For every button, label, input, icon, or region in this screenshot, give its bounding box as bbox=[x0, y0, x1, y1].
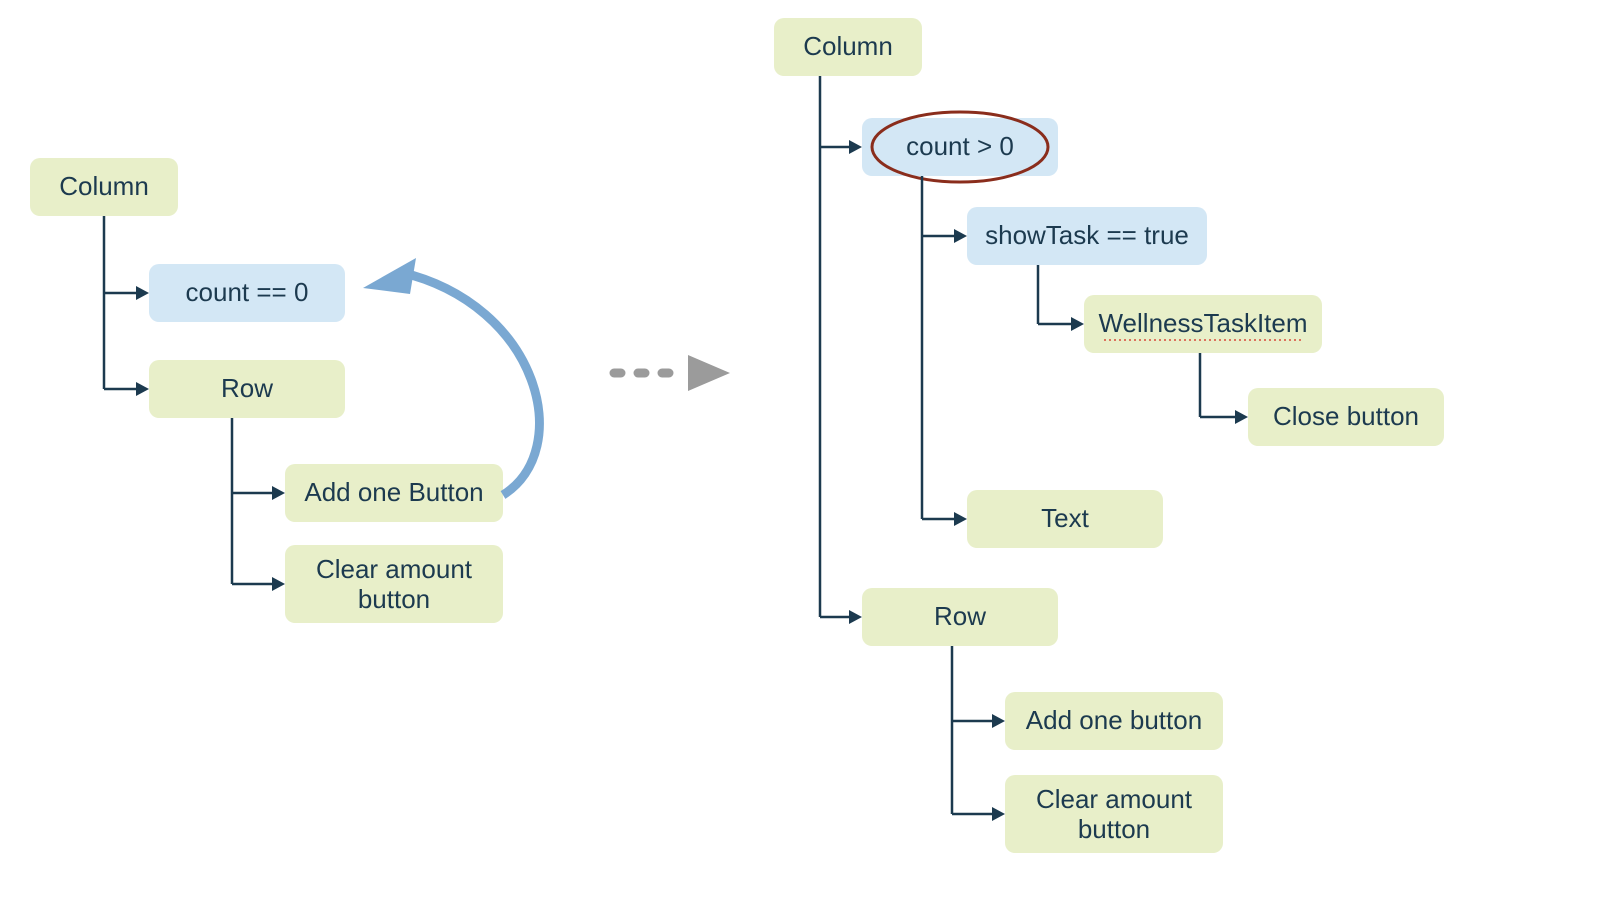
right-node-count-gt-zero: count > 0 bbox=[862, 112, 1058, 182]
svg-text:Close button: Close button bbox=[1273, 401, 1419, 431]
svg-text:Row: Row bbox=[934, 601, 986, 631]
svg-text:button: button bbox=[358, 584, 430, 614]
svg-text:Column: Column bbox=[803, 31, 893, 61]
left-node-clear-amount-button: Clear amount button bbox=[285, 545, 503, 623]
left-node-row: Row bbox=[149, 360, 345, 418]
diagram-canvas: Column count == 0 Row Add one Button Cle… bbox=[0, 0, 1600, 908]
right-connector-countgt0-children bbox=[922, 176, 967, 526]
right-connector-showtask-child bbox=[1038, 265, 1084, 331]
left-node-add-one-button: Add one Button bbox=[285, 464, 503, 522]
right-node-text: Text bbox=[967, 490, 1163, 548]
svg-text:count > 0: count > 0 bbox=[906, 131, 1014, 161]
right-node-wellness-task-item: WellnessTaskItem bbox=[1084, 295, 1322, 353]
svg-text:Add one button: Add one button bbox=[1026, 705, 1202, 735]
svg-text:Column: Column bbox=[59, 171, 149, 201]
left-connector-row-children bbox=[232, 418, 285, 591]
right-node-column: Column bbox=[774, 18, 922, 76]
right-connector-row-children bbox=[952, 646, 1005, 821]
right-node-add-one-button: Add one button bbox=[1005, 692, 1223, 750]
right-node-show-task: showTask == true bbox=[967, 207, 1207, 265]
svg-text:button: button bbox=[1078, 814, 1150, 844]
svg-text:Row: Row bbox=[221, 373, 273, 403]
right-node-row: Row bbox=[862, 588, 1058, 646]
svg-text:WellnessTaskItem: WellnessTaskItem bbox=[1098, 308, 1307, 338]
right-connector-column-children bbox=[820, 76, 862, 624]
left-node-column: Column bbox=[30, 158, 178, 216]
svg-text:count == 0: count == 0 bbox=[186, 277, 309, 307]
left-connector-column-children bbox=[104, 216, 149, 396]
svg-text:Clear amount: Clear amount bbox=[1036, 784, 1193, 814]
right-connector-wellness-child bbox=[1200, 353, 1248, 424]
svg-text:Add one Button: Add one Button bbox=[304, 477, 483, 507]
svg-text:Text: Text bbox=[1041, 503, 1089, 533]
svg-text:Clear amount: Clear amount bbox=[316, 554, 473, 584]
right-node-close-button: Close button bbox=[1248, 388, 1444, 446]
blue-curve-arrow bbox=[363, 258, 539, 495]
right-node-clear-amount-button: Clear amount button bbox=[1005, 775, 1223, 853]
left-node-count-eq-zero: count == 0 bbox=[149, 264, 345, 322]
transition-arrow bbox=[614, 355, 730, 391]
svg-text:showTask == true: showTask == true bbox=[985, 220, 1189, 250]
